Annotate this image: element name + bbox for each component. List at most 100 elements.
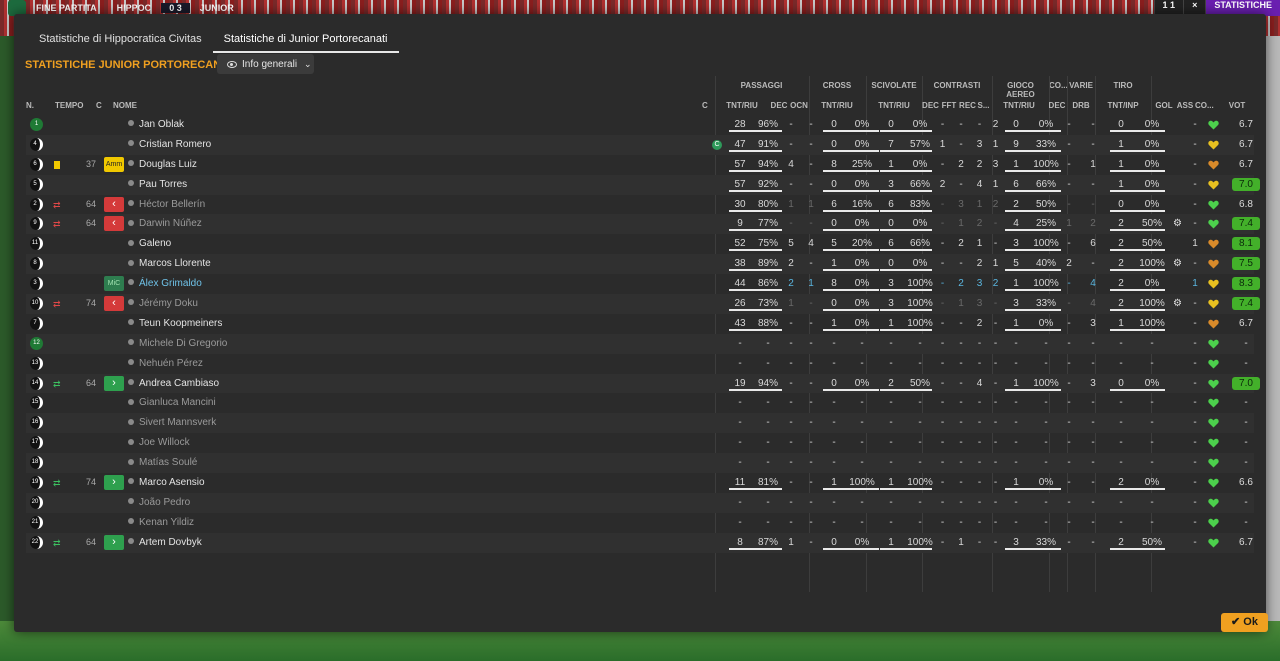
table-row[interactable]: 11 Galeno 52 75% 5 4 5 20% 6 66% -2 1-3 100% -6 2 50% 1 8… (26, 234, 1260, 254)
empty-stat: - (766, 516, 770, 528)
column-header-ct-fft[interactable]: FFT (941, 101, 957, 110)
column-header-va-drb[interactable]: DRB (1069, 101, 1093, 110)
table-row[interactable]: 9 ⇄ 64 ‹ Darwin Núñez 9 77% - -0 0% 0 0% -1 2-4 25% 1 2 2… (26, 214, 1260, 235)
column-header-ct-dec[interactable]: DEC (922, 101, 939, 110)
table-row[interactable]: 15 Gianluca Mancini - - - - - - - - - - - - - - - - - - - - (26, 393, 1254, 413)
table-row[interactable]: 6 37 Amm Douglas Luiz 57 94% 4-8 25% 1 0% -2 2 3 1 100… (26, 155, 1254, 175)
table-row[interactable]: 1 Jan Oblak 28 96% - -0 0% 0 0% - - -2 0 0% - -0 0% -6.7 (26, 115, 1254, 135)
column-header-gol[interactable]: GOL (1155, 101, 1173, 110)
column-header-sc-tnt[interactable]: TNT/RIU (869, 101, 919, 110)
ok-button[interactable]: ✔ Ok (1221, 613, 1268, 632)
table-row[interactable]: 16 Sivert Mannsverk - - - - - - - - - - - - - - - - - - - - (26, 413, 1254, 434)
column-header-co2[interactable]: CO... (1195, 101, 1214, 110)
player-name[interactable]: Nehuén Pérez (128, 354, 203, 374)
contrasti-fft: 2 (958, 278, 964, 290)
person-icon (128, 478, 134, 485)
empty-stat: - (1091, 417, 1095, 429)
shots-bar (1110, 309, 1165, 312)
column-header-ct-s[interactable]: S... (976, 101, 991, 110)
column-header-ass[interactable]: ASS (1176, 101, 1194, 110)
column-header-c2[interactable]: C (702, 101, 710, 110)
table-row[interactable]: 17 Joe Willock - - - - - - - - - - - - - - - - - - - - (26, 433, 1254, 453)
empty-stat: - (832, 357, 836, 369)
player-name[interactable]: Jan Oblak (128, 115, 184, 135)
tab-away-stats[interactable]: Statistiche di Junior Portorecanati (212, 28, 399, 53)
player-name[interactable]: Galeno (128, 234, 171, 254)
tab-home-stats[interactable]: Statistiche di Hippocratica Civitas (28, 28, 213, 53)
column-header-ti-tnt[interactable]: TNT/INP (1099, 101, 1147, 110)
view-dropdown[interactable]: Info generali ⌄ (217, 54, 314, 74)
table-row[interactable]: 13 Nehuén Pérez - - - - - - - - - - - - - - - - - - - - (26, 354, 1254, 374)
player-name[interactable]: João Pedro (128, 493, 190, 513)
passes-dec: 4 (788, 158, 794, 170)
player-name[interactable]: Joe Willock (128, 433, 190, 453)
table-row[interactable]: 14 ⇄ 64 › Andrea Cambiaso 19 94% - -0 0% 2 50% - -4-1… (26, 373, 1260, 394)
person-icon (128, 398, 134, 405)
person-icon (128, 418, 134, 425)
player-name[interactable]: Jérémy Doku (128, 294, 198, 314)
empty-stat: - (940, 516, 945, 528)
player-name[interactable]: Cristian Romero (128, 135, 211, 155)
passes-dec: 5 (788, 238, 794, 250)
empty-stat: - (940, 417, 945, 429)
person-icon (128, 259, 134, 266)
table-row[interactable]: 22 ⇄ 64 › Artem Dovbyk 8 87% 1-0 0% 1 100% -1- -3 33%… (26, 532, 1254, 553)
table-row[interactable]: 2 ⇄ 64 ‹ Héctor Bellerín 30 80% 1 1 6 16% 6 83% -3 1 2 2… (26, 195, 1254, 215)
table-row[interactable]: 18 Matías Soulé - - - - - - - - - - - - - - - - - - - - (26, 453, 1254, 474)
player-name[interactable]: Matías Soulé (128, 453, 197, 473)
empty-stat: - (1119, 357, 1123, 369)
player-name[interactable]: Douglas Luiz (128, 155, 197, 175)
table-row[interactable]: 8 Marcos Llorente 38 89% 2-1 0% 0 0% - -2 1 5 40% 2-2… (26, 254, 1260, 275)
player-name[interactable]: Gianluca Mancini (128, 393, 216, 413)
column-header-n[interactable]: N. (26, 101, 38, 110)
heart-icon (1208, 419, 1219, 428)
player-name[interactable]: Artem Dovbyk (128, 533, 202, 553)
column-header-p-ocn[interactable]: OCN (789, 101, 809, 110)
passes-dec: - (789, 178, 793, 190)
empty-stat: - (832, 337, 836, 349)
shirt-number-icon: 9 (30, 217, 43, 231)
vote-empty: - (1244, 516, 1248, 528)
contrasti-fft: - (959, 119, 963, 130)
column-header-cr-tnt[interactable]: TNT/RIU (812, 101, 862, 110)
empty-stat: - (860, 417, 864, 429)
player-name[interactable]: Michele Di Gregorio (128, 334, 227, 354)
goals (1167, 155, 1185, 175)
column-header-ct-rec[interactable]: REC (959, 101, 976, 110)
empty-stat: - (1044, 457, 1048, 469)
co-dec: - (1067, 178, 1071, 190)
player-name[interactable]: Sivert Mannsverk (128, 413, 216, 433)
player-name-text: Nehuén Pérez (139, 357, 203, 369)
empty-stat: - (1193, 437, 1197, 449)
column-header-ga-tnt[interactable]: TNT/RIU (993, 101, 1045, 110)
player-name[interactable]: Teun Koopmeiners (128, 314, 222, 334)
column-header-vot[interactable]: VOT (1224, 101, 1250, 110)
table-row[interactable]: 12 Michele Di Gregorio - - - - - - - - - - - - - - - - - - -… (26, 333, 1254, 354)
player-name[interactable]: Marcos Llorente (128, 254, 211, 274)
player-name[interactable]: Pau Torres (128, 175, 187, 195)
contrasti-s: 2 (992, 198, 999, 210)
player-name[interactable]: Darwin Núñez (128, 214, 202, 234)
table-row[interactable]: 19 ⇄ 74 › Marco Asensio 11 81% - -1 100% 1 100% - - - -… (26, 473, 1254, 493)
column-header-nome[interactable]: NOME (113, 101, 173, 110)
player-name[interactable]: Álex Grimaldo (128, 274, 202, 294)
table-row[interactable]: 5 Pau Torres 57 92% - -0 0% 3 66% 2-4 1 6 66% - -1 0% -7… (26, 174, 1260, 195)
passes-ocn: - (809, 536, 813, 548)
player-name[interactable]: Héctor Bellerín (128, 195, 205, 215)
column-header-co-dec[interactable]: DEC (1048, 101, 1066, 110)
table-row[interactable]: 10 ⇄ 74 ‹ Jérémy Doku 26 73% 1-0 0% 3 100% -1 3-3 33%… (26, 294, 1260, 314)
table-row[interactable]: 3 MiC Álex Grimaldo 44 86% 2 1 8 0% 3 100% -2 3 2 1 100… (26, 274, 1260, 294)
contrasti-fft: 1 (958, 298, 964, 310)
table-row[interactable]: 21 Kenan Yildiz - - - - - - - - - - - - - - - - - - - - (26, 513, 1254, 533)
passes-bar (729, 488, 782, 491)
column-header-tempo[interactable]: TEMPO (55, 101, 83, 110)
column-header-p-dec[interactable]: DEC (770, 101, 788, 110)
column-header-c[interactable]: C (96, 101, 104, 110)
player-name[interactable]: Andrea Cambiaso (128, 374, 219, 394)
player-name[interactable]: Marco Asensio (128, 473, 205, 493)
table-row[interactable]: 20 João Pedro - - - - - - - - - - - - - - - - - - - - (26, 492, 1254, 513)
table-row[interactable]: 7 Teun Koopmeiners 43 88% - -1 0% 1 100% - -2-1 0% -… (26, 314, 1254, 334)
table-row[interactable]: 4 Cristian Romero C 47 91% - -0 0% 7 57% 1-3 1 9 33% -… (26, 134, 1254, 155)
player-name[interactable]: Kenan Yildiz (128, 513, 194, 533)
column-header-p-tnt[interactable]: TNT/RIU (718, 101, 766, 110)
